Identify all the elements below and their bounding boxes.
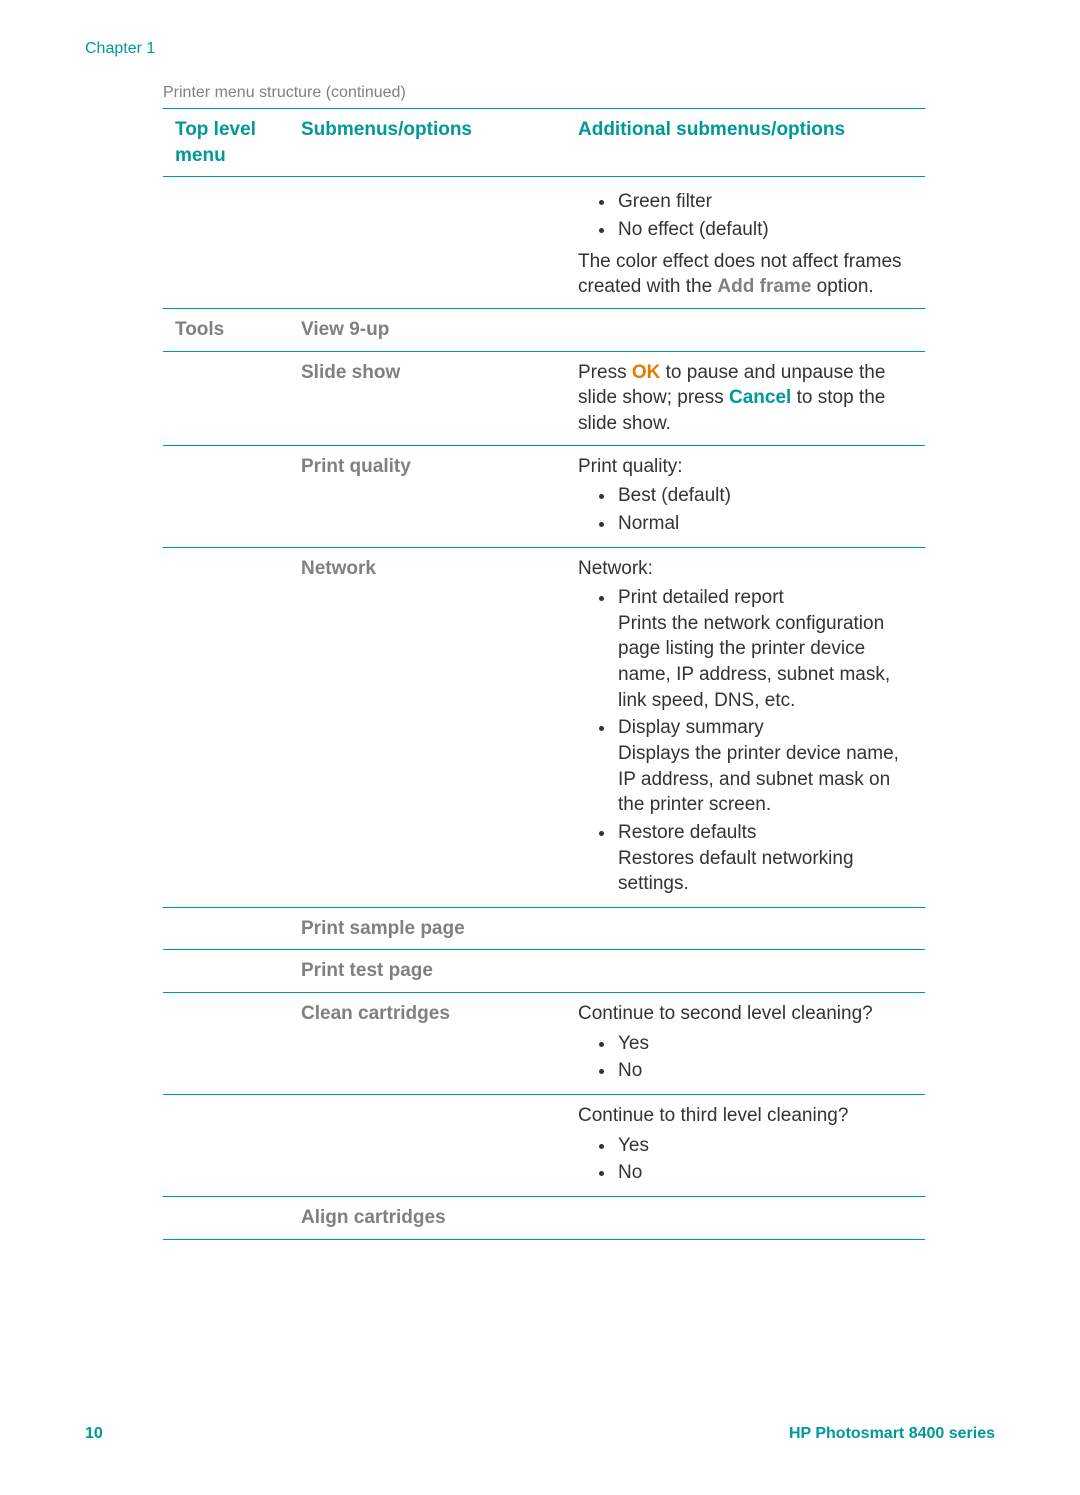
table-row: Continue to third level cleaning? Yes No — [163, 1095, 925, 1197]
print-quality-list: Best (default) Normal — [578, 483, 915, 536]
list-item: No — [616, 1160, 915, 1186]
print-quality-title: Print quality: — [578, 454, 915, 480]
clean-q1: Continue to second level cleaning? — [578, 1001, 915, 1027]
list-item: No — [616, 1058, 915, 1084]
table-row: Slide show Press OK to pause and unpause… — [163, 351, 925, 445]
list-item: Normal — [616, 511, 915, 537]
table-row: Network Network: Print detailed report P… — [163, 547, 925, 907]
print-quality-label: Print quality — [301, 456, 411, 477]
list-item: Print detailed report Prints the network… — [616, 585, 915, 713]
color-effect-list: Green filter No effect (default) — [578, 189, 915, 242]
table-row: Print sample page — [163, 907, 925, 950]
table-caption: Printer menu structure (continued) — [163, 82, 995, 104]
clean-q2: Continue to third level cleaning? — [578, 1103, 915, 1129]
print-test-label: Print test page — [301, 960, 433, 981]
network-list: Print detailed report Prints the network… — [578, 585, 915, 897]
view-9up-label: View 9-up — [301, 319, 389, 340]
print-sample-label: Print sample page — [301, 918, 465, 939]
slideshow-desc: Press OK to pause and unpause the slide … — [566, 351, 925, 445]
clean-q2-list: Yes No — [578, 1133, 915, 1186]
chapter-label: Chapter 1 — [85, 38, 995, 60]
network-label: Network — [301, 558, 376, 579]
list-item: Display summary Displays the printer dev… — [616, 715, 915, 818]
table-row: Green filter No effect (default) The col… — [163, 177, 925, 309]
tools-label: Tools — [175, 319, 224, 340]
product-name: HP Photosmart 8400 series — [789, 1423, 995, 1445]
table-row: Tools View 9-up — [163, 309, 925, 352]
list-item: Green filter — [616, 189, 915, 215]
table-row: Print test page — [163, 950, 925, 993]
header-top-level-menu: Top level menu — [163, 109, 289, 177]
list-item: Best (default) — [616, 483, 915, 509]
table-row: Print quality Print quality: Best (defau… — [163, 445, 925, 547]
network-title: Network: — [578, 556, 915, 582]
align-cartridges-label: Align cartridges — [301, 1207, 446, 1228]
menu-structure-table: Top level menu Submenus/options Addition… — [163, 108, 925, 1239]
list-item: Yes — [616, 1133, 915, 1159]
page-footer: 10 HP Photosmart 8400 series — [85, 1423, 995, 1445]
header-additional: Additional submenus/options — [566, 109, 925, 177]
list-item: Yes — [616, 1031, 915, 1057]
list-item: No effect (default) — [616, 217, 915, 243]
slideshow-label: Slide show — [301, 362, 400, 383]
clean-cartridges-label: Clean cartridges — [301, 1003, 450, 1024]
page-number: 10 — [85, 1423, 103, 1445]
list-item: Restore defaults Restores default networ… — [616, 820, 915, 897]
table-header-row: Top level menu Submenus/options Addition… — [163, 109, 925, 177]
header-submenus: Submenus/options — [289, 109, 566, 177]
color-effect-note: The color effect does not affect frames … — [578, 249, 915, 300]
table-row: Clean cartridges Continue to second leve… — [163, 993, 925, 1095]
clean-q1-list: Yes No — [578, 1031, 915, 1084]
table-row: Align cartridges — [163, 1196, 925, 1239]
